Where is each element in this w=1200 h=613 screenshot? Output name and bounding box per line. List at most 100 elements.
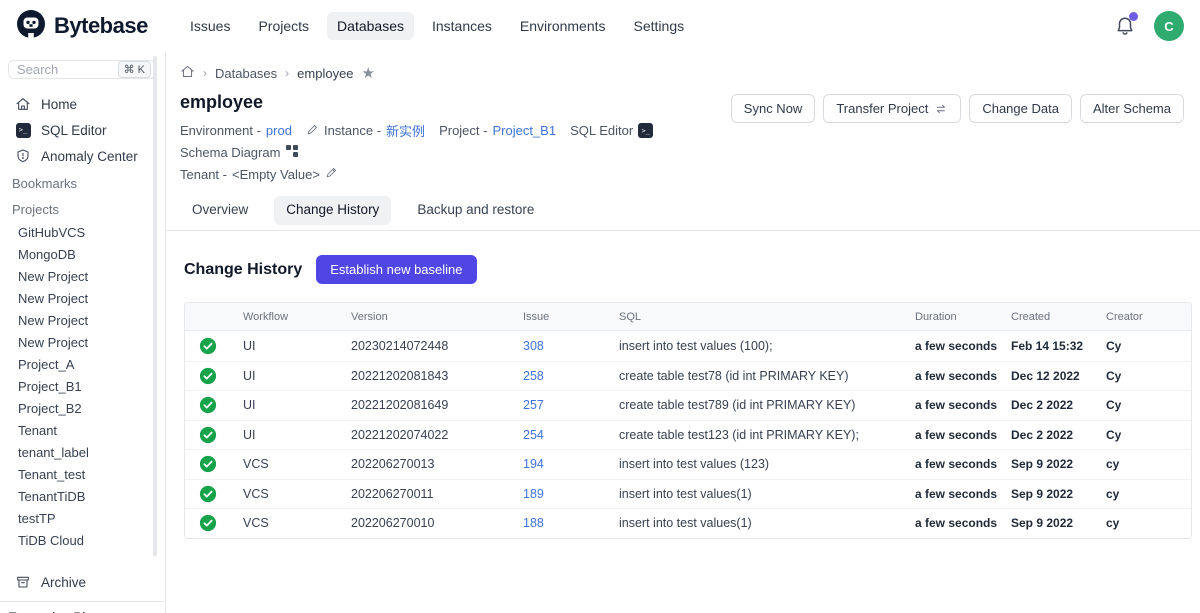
sidebar-item-archive[interactable]: Archive — [0, 569, 165, 595]
projects-list: GitHubVCSMongoDBNew ProjectNew ProjectNe… — [0, 221, 165, 551]
cell-duration: a few seconds — [915, 428, 1011, 442]
sidebar-item-sql-editor[interactable]: >_ SQL Editor — [0, 117, 165, 143]
schema-diagram-shortcut[interactable]: Schema Diagram — [180, 144, 299, 161]
sidebar-project-item[interactable]: Project_B2 — [0, 397, 165, 419]
sidebar-item-anomaly-center[interactable]: Anomaly Center — [0, 143, 165, 169]
sidebar-item-label: Anomaly Center — [41, 149, 138, 164]
issue-link[interactable]: 308 — [523, 339, 544, 353]
pen-icon — [306, 123, 319, 139]
sidebar-project-item[interactable]: testTP — [0, 507, 165, 529]
cell-version: 20221202081843 — [351, 369, 523, 383]
breadcrumb-home-icon[interactable] — [180, 64, 195, 82]
sidebar-scrollbar[interactable] — [153, 56, 157, 556]
cell-workflow: VCS — [243, 457, 351, 471]
issue-link[interactable]: 189 — [523, 487, 544, 501]
sidebar-project-item[interactable]: tenant_label — [0, 441, 165, 463]
change-history-panel: Change History Establish new baseline Wo… — [166, 231, 1200, 613]
column-header-issue: Issue — [523, 311, 619, 323]
search-box[interactable]: ⌘ K — [8, 60, 156, 79]
environment-link[interactable]: prod — [266, 123, 292, 138]
cell-duration: a few seconds — [915, 398, 1011, 412]
table-row[interactable]: VCS 202206270011 189 insert into test va… — [185, 479, 1191, 509]
breadcrumb-databases[interactable]: Databases — [215, 66, 277, 81]
change-data-button[interactable]: Change Data — [969, 94, 1072, 123]
table-row[interactable]: UI 20221202081843 258 create table test7… — [185, 361, 1191, 391]
establish-baseline-button[interactable]: Establish new baseline — [316, 255, 476, 284]
sidebar-project-item[interactable]: TenantTiDB — [0, 485, 165, 507]
sidebar-project-item[interactable]: TiDB Cloud — [0, 529, 165, 551]
issue-link[interactable]: 258 — [523, 369, 544, 383]
tenant-value: <Empty Value> — [232, 167, 320, 182]
tenant-meta: Tenant - <Empty Value> — [180, 166, 338, 182]
cell-sql: create table test789 (id int PRIMARY KEY… — [619, 398, 915, 412]
top-nav-item[interactable]: Instances — [422, 12, 502, 40]
cell-version: 202206270011 — [351, 487, 523, 501]
top-nav-item[interactable]: Issues — [180, 12, 240, 40]
alter-schema-button[interactable]: Alter Schema — [1080, 94, 1184, 123]
database-meta-line: Environment - prod Instance - — [180, 121, 731, 161]
transfer-arrows-icon — [934, 102, 948, 116]
cell-created: Dec 2 2022 — [1011, 428, 1106, 442]
table-row[interactable]: VCS 202206270010 188 insert into test va… — [185, 508, 1191, 538]
sidebar-project-item[interactable]: Tenant_test — [0, 463, 165, 485]
search-input[interactable] — [17, 62, 107, 77]
project-link[interactable]: Project_B1 — [492, 123, 556, 138]
top-nav-item[interactable]: Environments — [510, 12, 616, 40]
app-window: Bytebase Issues Projects Databases Instance… — [0, 0, 1200, 613]
table-row[interactable]: VCS 202206270013 194 insert into test va… — [185, 449, 1191, 479]
cell-created: Dec 12 2022 — [1011, 369, 1106, 383]
issue-link[interactable]: 254 — [523, 428, 544, 442]
top-nav-item[interactable]: Projects — [248, 12, 319, 40]
sync-now-button[interactable]: Sync Now — [731, 94, 816, 123]
transfer-project-button[interactable]: Transfer Project — [823, 94, 961, 123]
chevron-right-icon: › — [285, 66, 289, 80]
edit-pencil-icon[interactable] — [325, 166, 338, 182]
sidebar-project-item[interactable]: New Project — [0, 265, 165, 287]
bookmark-star-icon[interactable]: ★ — [362, 66, 375, 81]
table-row[interactable]: UI 20230214072448 308 insert into test v… — [185, 331, 1191, 361]
cell-created: Sep 9 2022 — [1011, 487, 1106, 501]
cell-sql: insert into test values(1) — [619, 516, 915, 530]
sql-editor-shortcut[interactable]: SQL Editor >_ — [570, 123, 653, 138]
column-header-created: Created — [1011, 311, 1106, 323]
success-check-icon — [199, 514, 217, 532]
sidebar-project-item[interactable]: New Project — [0, 309, 165, 331]
environment-label: Environment - — [180, 123, 261, 138]
cell-sql: insert into test values (123) — [619, 457, 915, 471]
sidebar-project-item[interactable]: GitHubVCS — [0, 221, 165, 243]
sidebar-project-item[interactable]: Tenant — [0, 419, 165, 441]
page-actions: Sync Now Transfer Project Change Data Al… — [731, 94, 1184, 123]
user-avatar[interactable]: C — [1154, 11, 1184, 41]
transfer-project-label: Transfer Project — [836, 101, 928, 116]
top-nav-item[interactable]: Settings — [624, 12, 695, 40]
tab[interactable]: Change History — [274, 196, 391, 225]
top-nav-item[interactable]: Databases — [327, 12, 414, 40]
sidebar-item-label: Home — [41, 97, 77, 112]
keyboard-shortcut-badge: ⌘ K — [118, 61, 151, 78]
cell-creator: Cy — [1106, 369, 1191, 383]
change-history-table: Workflow Version Issue SQL Duration Crea… — [184, 302, 1192, 539]
column-header-duration: Duration — [915, 311, 1011, 323]
sidebar-project-item[interactable]: New Project — [0, 287, 165, 309]
cell-creator: cy — [1106, 516, 1191, 530]
issue-link[interactable]: 257 — [523, 398, 544, 412]
notifications-button[interactable] — [1114, 15, 1136, 37]
bytebase-logo[interactable]: Bytebase — [16, 9, 180, 44]
table-row[interactable]: UI 20221202081649 257 create table test7… — [185, 390, 1191, 420]
instance-link[interactable]: 新实例 — [386, 121, 425, 140]
cell-version: 202206270010 — [351, 516, 523, 530]
sidebar-project-item[interactable]: New Project — [0, 331, 165, 353]
cell-version: 20230214072448 — [351, 339, 523, 353]
issue-link[interactable]: 194 — [523, 457, 544, 471]
sidebar-project-item[interactable]: Project_B1 — [0, 375, 165, 397]
tab[interactable]: Overview — [180, 196, 260, 225]
breadcrumb-employee[interactable]: employee — [297, 66, 353, 81]
plan-label: Enterprise Plan — [0, 601, 165, 613]
sidebar-project-item[interactable]: Project_A — [0, 353, 165, 375]
issue-link[interactable]: 188 — [523, 516, 544, 530]
table-row[interactable]: UI 20221202074022 254 create table test1… — [185, 420, 1191, 450]
cell-version: 20221202074022 — [351, 428, 523, 442]
sidebar-item-home[interactable]: Home — [0, 91, 165, 117]
sidebar-project-item[interactable]: MongoDB — [0, 243, 165, 265]
tab[interactable]: Backup and restore — [405, 196, 546, 225]
